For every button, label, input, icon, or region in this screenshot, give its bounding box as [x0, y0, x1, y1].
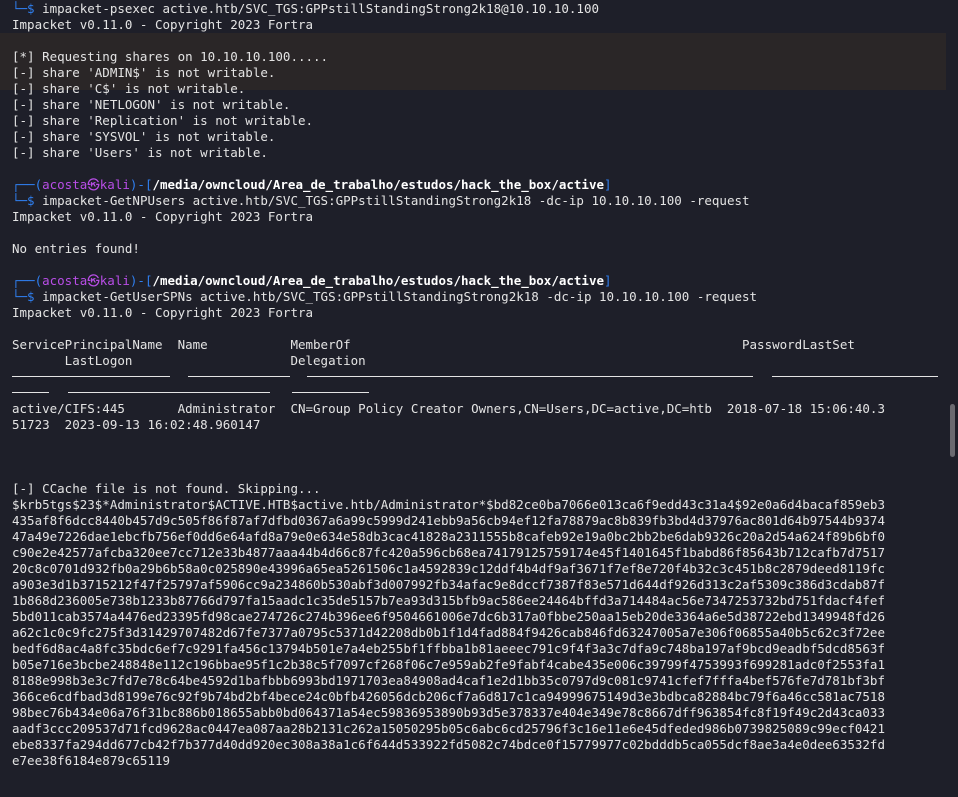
hash-line: $krb5tgs$23$*Administrator$ACTIVE.HTB$ac… — [12, 497, 885, 512]
command-text: impacket-GetNPUsers active.htb/SVC_TGS:G… — [42, 193, 750, 208]
output-line: [-] share 'NETLOGON' is not writable. — [12, 97, 291, 112]
prompt-host: kali — [99, 177, 130, 192]
hash-line: ebe8337fa294dd677cb42f7b377d40dd920ec308… — [12, 737, 885, 752]
output-line: No entries found! — [12, 241, 140, 256]
prompt-arrow: └─$ — [12, 289, 43, 304]
prompt-2-header: ┌──(acosta㉿kali)-[/media/owncloud/Area_d… — [12, 177, 612, 192]
prompt-arrow: └─$ — [12, 193, 43, 208]
prompt-host: kali — [99, 273, 130, 288]
hash-line: 8188e998b3e3c7fd7e78c64be4592d1bafbbb699… — [12, 673, 885, 688]
prompt-at-icon: ㉿ — [87, 177, 100, 192]
output-line: [-] CCache file is not found. Skipping..… — [12, 481, 321, 496]
command-text: impacket-GetUserSPNs active.htb/SVC_TGS:… — [42, 289, 758, 304]
output-line: [-] share 'Users' is not writable. — [12, 145, 268, 160]
output-line: [-] share 'ADMIN$' is not writable. — [12, 65, 276, 80]
hash-line: a62c1c0c9fc275f3d31429707482d67fe7377a07… — [12, 625, 885, 640]
impacket-banner: Impacket v0.11.0 - Copyright 2023 Fortra — [12, 305, 314, 320]
hash-line: bedf6d8ac4a8fc35bdc6ef7c9291fa456c13794b… — [12, 641, 885, 656]
hash-line: 20c8c0701d932fb0a29b6b58a0c025890e43996a… — [12, 561, 885, 576]
hash-line: 1b868d236005e738b1233b87766d797fa15aadc1… — [12, 593, 885, 608]
hash-line: 435af8f6dcc8440b457d9c505f86f87af7dfbd03… — [12, 513, 885, 528]
command-text: impacket-psexec active.htb/SVC_TGS:GPPst… — [42, 1, 600, 16]
output-line: [-] share 'SYSVOL' is not writable. — [12, 129, 276, 144]
prompt-3-header: ┌──(acosta㉿kali)-[/media/owncloud/Area_d… — [12, 273, 612, 288]
table-divider — [772, 376, 938, 377]
prompt-user: acosta — [42, 177, 88, 192]
table-row: active/CIFS:445 Administrator CN=Group P… — [12, 401, 885, 416]
hash-line: aadf3ccc209537d71fcd9628ac0447ea087aa28b… — [12, 721, 885, 736]
prompt-user: acosta — [42, 273, 88, 288]
scrollbar-thumb[interactable] — [950, 404, 955, 457]
hash-line: 47a49e7226dae1ebcfb756ef0dd6e64afd8a79e0… — [12, 529, 885, 544]
hash-line: 5bd011cab3574a4476ed23395fd98cae274726c2… — [12, 609, 885, 624]
table-divider — [292, 392, 369, 393]
terminal-output: └─$ impacket-psexec active.htb/SVC_TGS:G… — [0, 0, 946, 797]
hash-line: 98bec76b434e06a76f31bc886b018655abb0bd06… — [12, 705, 885, 720]
prompt-path: /media/owncloud/Area_de_trabalho/estudos… — [152, 273, 605, 288]
output-line: [-] share 'C$' is not writable. — [12, 81, 246, 96]
prompt-2-command-line: └─$ impacket-GetNPUsers active.htb/SVC_T… — [12, 193, 750, 209]
output-line: [-] share 'Replication' is not writable. — [12, 113, 314, 128]
table-divider — [188, 376, 290, 377]
table-divider — [12, 376, 170, 377]
table-divider — [12, 392, 49, 393]
prompt-1-command-line: └─$ impacket-psexec active.htb/SVC_TGS:G… — [12, 1, 599, 17]
table-divider — [307, 376, 753, 377]
table-row-wrapped: 51723 2023-09-13 16:02:48.960147 — [12, 417, 261, 432]
hash-line: e7ee38f6184e879c65119 — [12, 753, 171, 768]
hash-line: 366ce6cdfbad3d8199e76c92f9b74bd2bf4bece2… — [12, 689, 885, 704]
table-divider — [68, 392, 270, 393]
hash-line: a903e3d1b3715212f47f25797af5906cc9a23486… — [12, 577, 885, 592]
hash-line: c90e2e42577afcba320ee7cc712e33b4877aaa44… — [12, 545, 885, 560]
impacket-banner: Impacket v0.11.0 - Copyright 2023 Fortra — [12, 209, 314, 224]
hash-line: b05e716e3bcbe248848e112c196bbae95f1c2b38… — [12, 657, 885, 672]
table-header-wrapped: LastLogon Delegation — [12, 353, 366, 368]
output-line: [*] Requesting shares on 10.10.10.100...… — [12, 49, 329, 64]
prompt-at-icon: ㉿ — [87, 273, 100, 288]
table-header: ServicePrincipalName Name MemberOf Passw… — [12, 337, 855, 352]
impacket-banner: Impacket v0.11.0 - Copyright 2023 Fortra — [12, 17, 314, 32]
prompt-3-command-line: └─$ impacket-GetUserSPNs active.htb/SVC_… — [12, 289, 757, 305]
prompt-arrow: └─$ — [12, 1, 43, 16]
prompt-path: /media/owncloud/Area_de_trabalho/estudos… — [152, 177, 605, 192]
